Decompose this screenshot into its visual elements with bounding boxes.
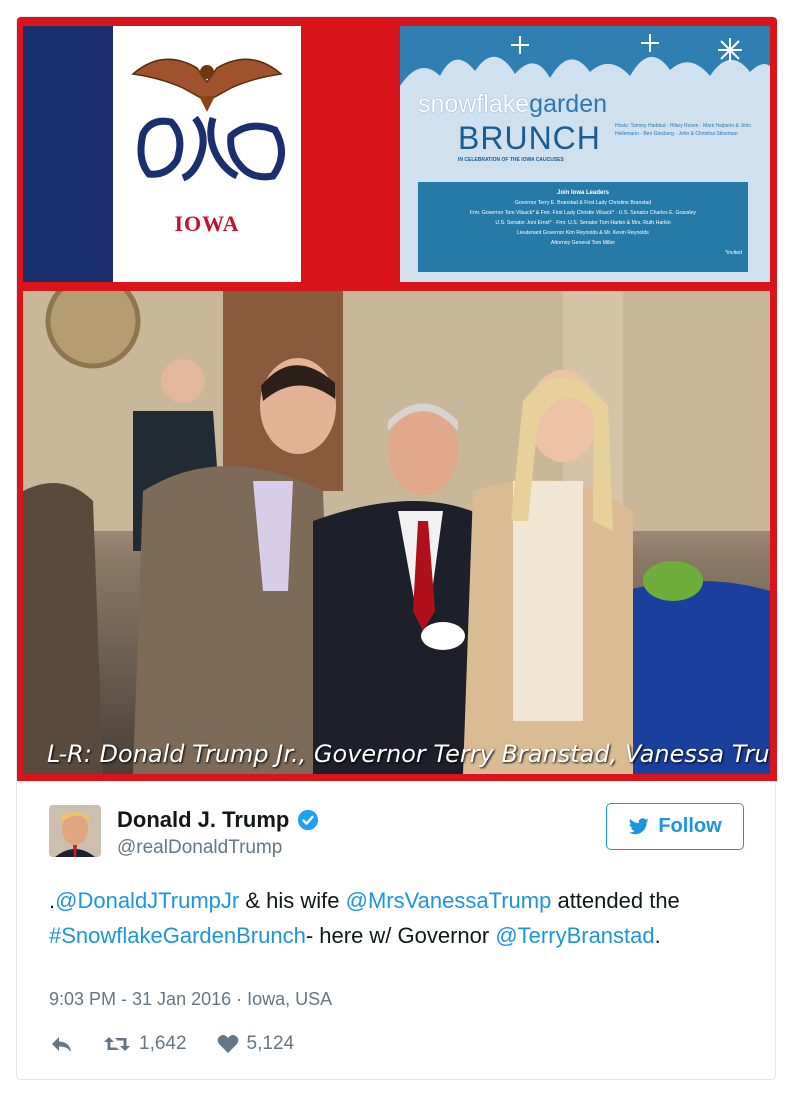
like-count: 5,124	[246, 1033, 295, 1054]
brunch-leader-line: U.S. Senator Joni Ernst* · Fmr. U.S. Sen…	[495, 220, 671, 226]
retweet-icon	[104, 1037, 130, 1051]
brunch-title-snowflake: snowflake	[418, 90, 530, 118]
location-link[interactable]: Iowa, USA	[247, 989, 332, 1009]
tweet-media[interactable]: IOWA snowflakegarden BRUNCH Hosts: Tammy…	[17, 17, 777, 781]
mention-link[interactable]: @MrsVanessaTrump	[346, 888, 552, 913]
mention-link[interactable]: @TerryBranstad	[495, 923, 654, 948]
brunch-invitation-image: snowflakegarden BRUNCH Hosts: Tammy Hadd…	[400, 26, 770, 282]
brunch-footnote: *invited	[724, 250, 742, 256]
brunch-leader-line: Attorney General Tom Miller	[550, 240, 616, 246]
brunch-hosts: Hosts: Tammy Haddad · Hilary Rosen · Mar…	[615, 123, 752, 137]
timestamp-link[interactable]: 9:03 PM - 31 Jan 2016	[49, 989, 231, 1009]
brunch-leader-line: Lieutenant Governor Kim Reynolds & Mr. K…	[517, 230, 649, 236]
tweet-actions: 1,642 5,124	[49, 1033, 324, 1055]
brunch-title-brunch: BRUNCH	[458, 120, 601, 156]
avatar[interactable]	[49, 805, 101, 857]
user-handle[interactable]: @realDonaldTrump	[117, 837, 282, 859]
reply-button[interactable]	[49, 1034, 73, 1054]
tweet-text-segment: - here w/ Governor	[305, 923, 496, 948]
verified-badge-icon	[298, 809, 319, 831]
brunch-leader-line: Fmr. Governor Tom Vilsack* & Fmr. First …	[469, 210, 696, 216]
snowflake-border-decoration	[400, 26, 770, 86]
photo-caption: L-R: Donald Trump Jr., Governor Terry Br…	[47, 740, 770, 768]
follow-button[interactable]: Follow	[606, 803, 744, 850]
brunch-leader-line: Governor Terry E. Branstad & First Lady …	[514, 200, 652, 206]
display-name[interactable]: Donald J. Trump	[117, 807, 289, 833]
display-name-row[interactable]: Donald J. Trump	[117, 807, 319, 833]
twitter-bird-icon	[629, 817, 650, 834]
tweet-card: IOWA snowflakegarden BRUNCH Hosts: Tammy…	[16, 16, 777, 1080]
flag-white-stripe: IOWA	[113, 26, 301, 282]
retweet-count: 1,642	[139, 1033, 187, 1054]
tweet-text-segment: attended the	[551, 888, 680, 913]
avatar-image	[49, 805, 101, 857]
brunch-title-garden: garden	[529, 90, 608, 118]
tweet-text: . @DonaldJTrumpJr & his wife @MrsVanessaT…	[49, 883, 749, 953]
event-photo: L-R: Donald Trump Jr., Governor Terry Br…	[23, 291, 770, 774]
brunch-title-line1: snowflakegarden	[418, 90, 607, 119]
reply-icon	[52, 1037, 71, 1052]
brunch-join-heading: Join Iowa Leaders	[556, 190, 610, 196]
retweet-button[interactable]: 1,642	[103, 1033, 187, 1055]
follow-label: Follow	[658, 815, 722, 837]
tweet-text-segment: & his wife	[239, 888, 346, 913]
brunch-subtitle: IN CELEBRATION OF THE IOWA CAUCUSES	[458, 157, 564, 163]
brunch-leaders-box: Join Iowa Leaders Governor Terry E. Bran…	[418, 182, 748, 272]
hashtag-link[interactable]: #SnowflakeGardenBrunch	[49, 923, 306, 948]
eagle-icon	[131, 58, 285, 182]
flag-state-name: IOWA	[174, 211, 240, 236]
mention-link[interactable]: @DonaldJTrumpJr	[55, 888, 239, 913]
iowa-flag-image: IOWA	[23, 26, 391, 282]
meta-separator: ·	[236, 989, 248, 1009]
heart-icon	[217, 1035, 238, 1053]
tweet-meta: 9:03 PM - 31 Jan 2016 · Iowa, USA	[49, 989, 332, 1010]
like-button[interactable]: 5,124	[217, 1033, 295, 1055]
flag-red-stripe	[301, 26, 391, 282]
tweet-text-segment: .	[654, 923, 661, 948]
photo-scene	[23, 291, 770, 774]
flag-blue-stripe	[23, 26, 113, 282]
